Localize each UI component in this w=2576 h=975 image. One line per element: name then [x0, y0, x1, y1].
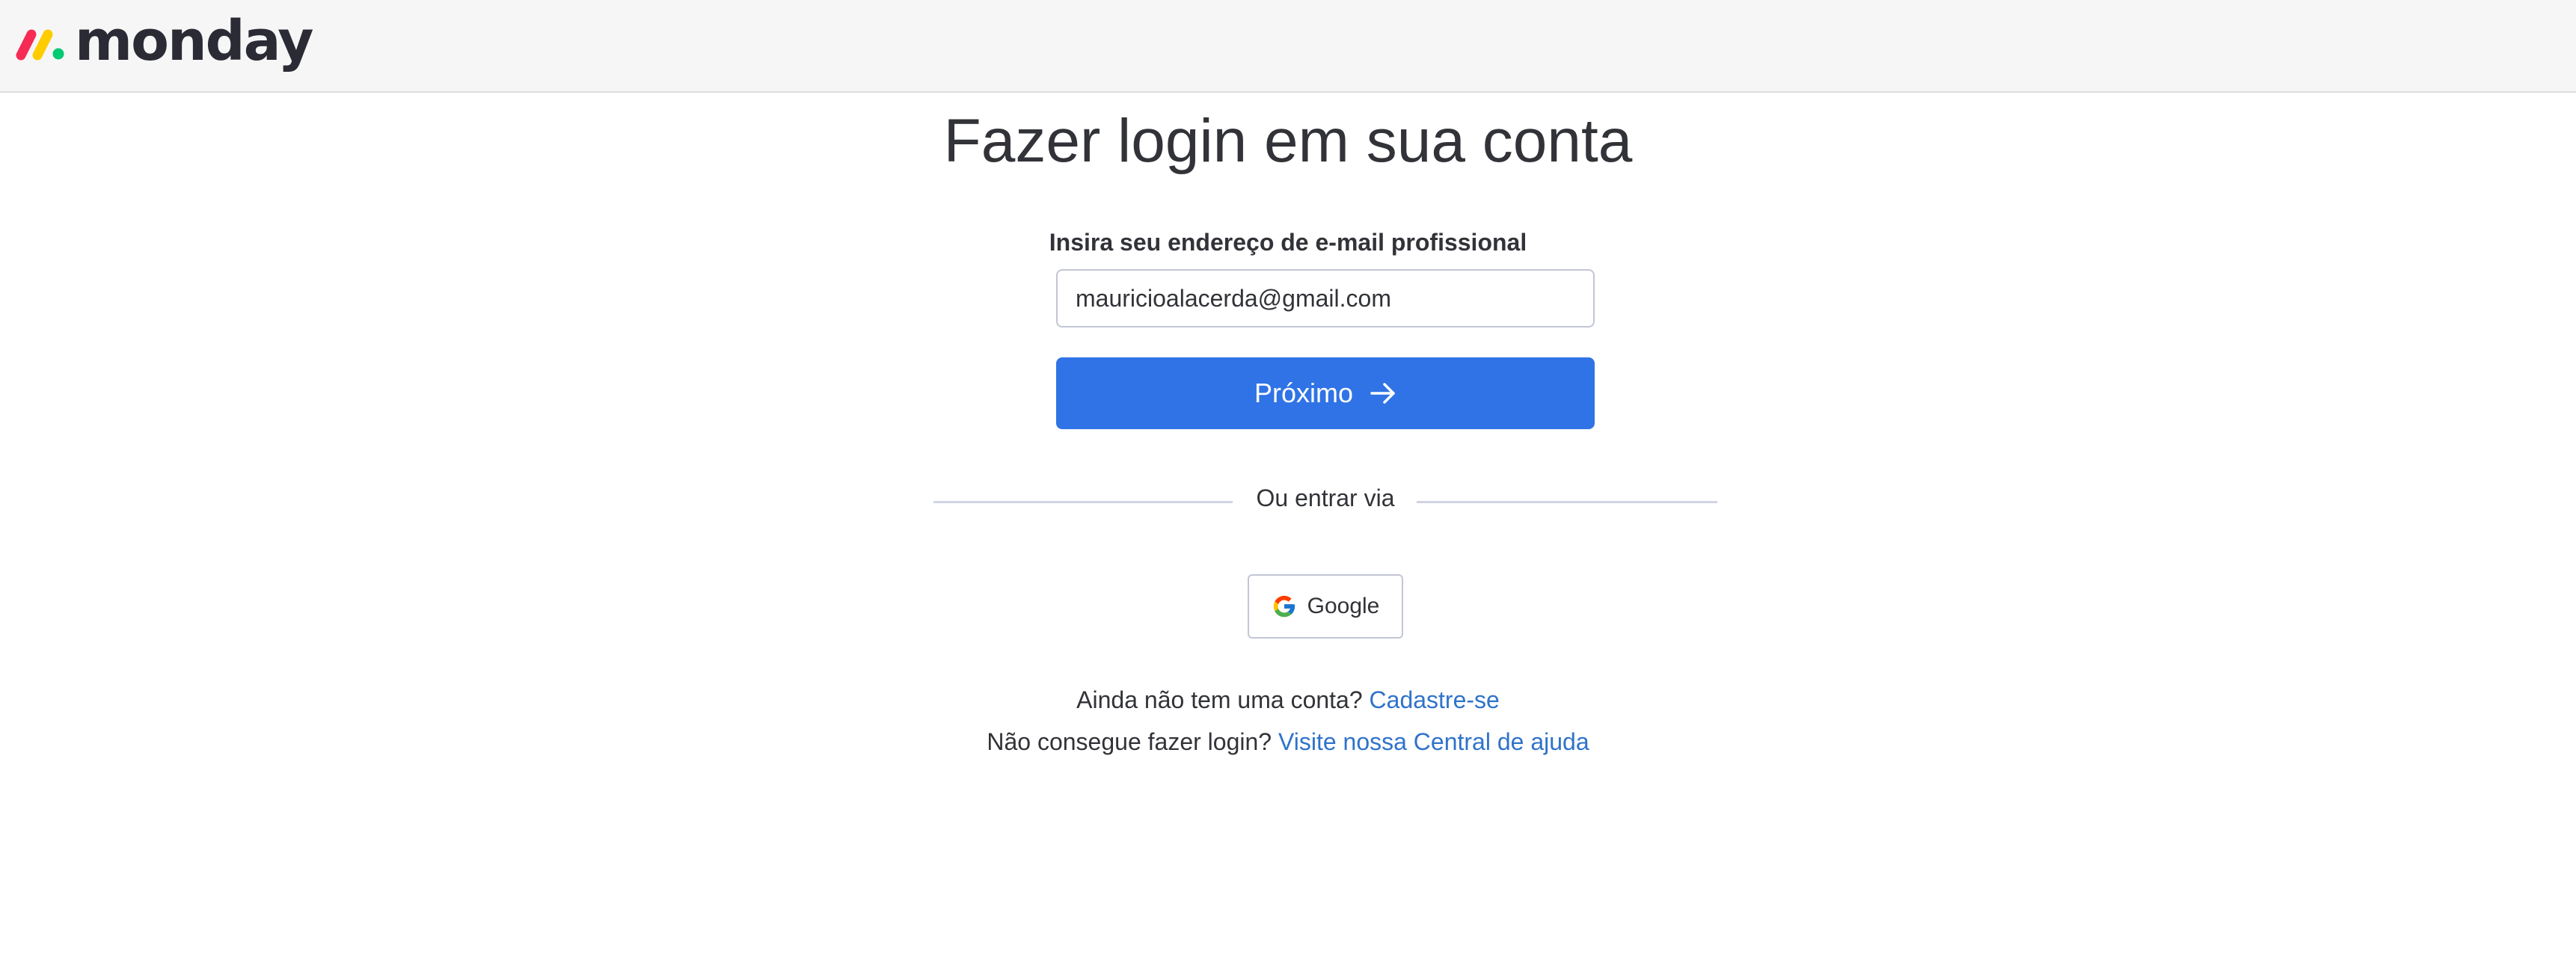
- email-label: Insira seu endereço de e-mail profission…: [1049, 229, 1527, 256]
- logo-wordmark: monday: [75, 9, 313, 73]
- help-center-link[interactable]: Visite nossa Central de ajuda: [1278, 728, 1589, 755]
- next-button-label: Próximo: [1254, 378, 1354, 408]
- monday-logo[interactable]: monday: [15, 10, 313, 78]
- page-title: Fazer login em sua conta: [943, 107, 1633, 175]
- divider-right: [1417, 501, 1717, 503]
- email-field[interactable]: [1056, 269, 1595, 327]
- top-bar: monday: [0, 0, 2576, 93]
- google-login-button[interactable]: Google: [1248, 574, 1403, 639]
- google-icon: [1273, 595, 1295, 618]
- signup-row: Ainda não tem uma conta? Cadastre-se: [0, 686, 2576, 714]
- next-button[interactable]: Próximo: [1056, 357, 1595, 429]
- divider-text: Ou entrar via: [1256, 485, 1395, 511]
- arrow-right-icon: [1370, 383, 1395, 404]
- google-button-label: Google: [1307, 594, 1380, 618]
- monday-logo-mark-icon: [16, 29, 64, 61]
- signup-prompt: Ainda não tem uma conta?: [1076, 686, 1363, 713]
- help-row: Não consegue fazer login? Visite nossa C…: [0, 728, 2576, 756]
- divider-left: [933, 501, 1233, 503]
- signup-link[interactable]: Cadastre-se: [1370, 686, 1500, 713]
- help-prompt: Não consegue fazer login?: [987, 728, 1272, 755]
